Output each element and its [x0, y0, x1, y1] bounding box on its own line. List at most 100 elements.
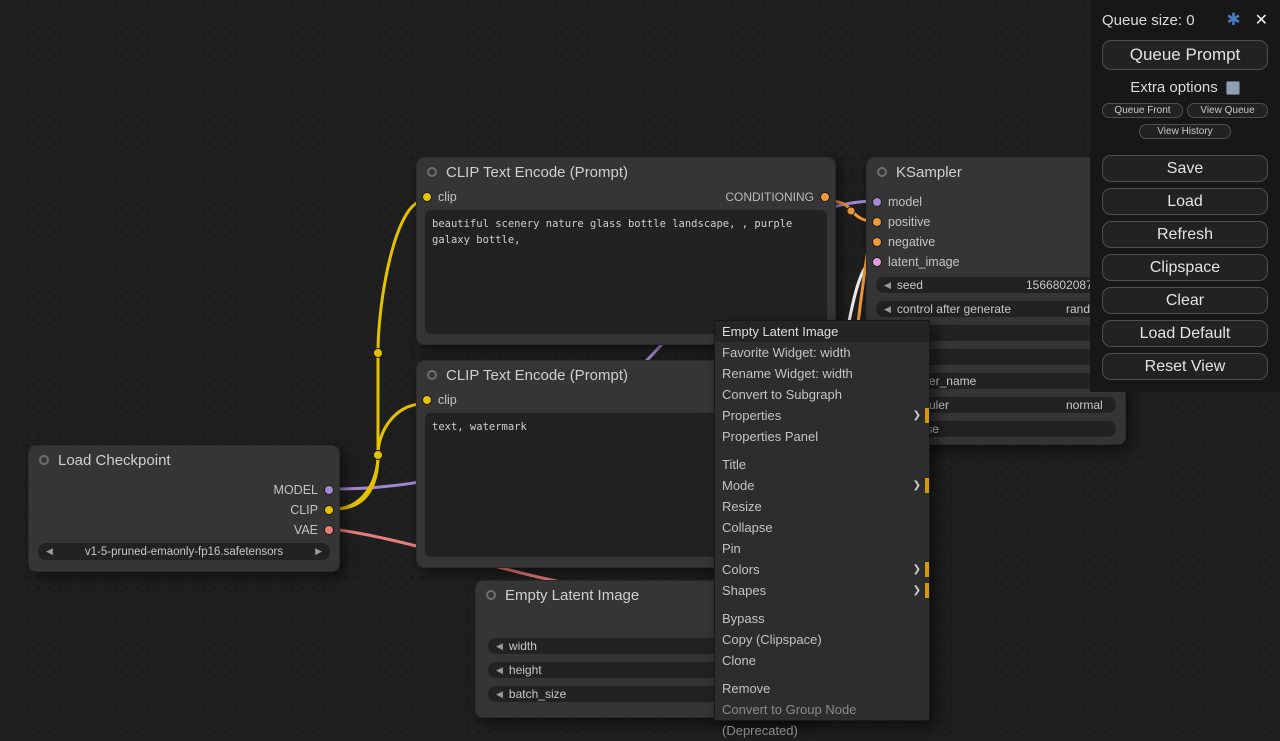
- menu-item-pin[interactable]: Pin: [715, 538, 929, 559]
- menu-item-clone[interactable]: Clone: [715, 650, 929, 671]
- wire-clip-negative: [332, 404, 421, 509]
- negative-input-slot[interactable]: [872, 237, 882, 247]
- menu-item-remove[interactable]: Remove: [715, 678, 929, 699]
- menu-separator: [715, 671, 929, 678]
- wire-dot-clip-lower[interactable]: [374, 451, 383, 460]
- model-input-slot[interactable]: [872, 197, 882, 207]
- collapse-dot-icon[interactable]: [877, 167, 887, 177]
- model-output-slot[interactable]: [324, 485, 334, 495]
- load-default-button[interactable]: Load Default: [1102, 320, 1268, 347]
- menu-item-properties-panel[interactable]: Properties Panel: [715, 426, 929, 447]
- latent-image-input-label: latent_image: [888, 255, 960, 269]
- close-icon[interactable]: ✕: [1255, 10, 1268, 30]
- menu-item-label: Remove: [722, 681, 770, 696]
- menu-item-label: Copy (Clipspace): [722, 632, 822, 647]
- wire-dot-conditioning[interactable]: [847, 207, 855, 215]
- decrement-icon[interactable]: ◀: [884, 280, 891, 291]
- collapse-dot-icon[interactable]: [427, 370, 437, 380]
- menu-item-bypass[interactable]: Bypass: [715, 608, 929, 629]
- menu-item-copy-clipspace[interactable]: Copy (Clipspace): [715, 629, 929, 650]
- menu-separator: [715, 601, 929, 608]
- decrement-icon[interactable]: ◀: [496, 665, 503, 676]
- settings-gear-icon[interactable]: ✱: [1226, 10, 1240, 30]
- load-button[interactable]: Load: [1102, 188, 1268, 215]
- positive-input-slot[interactable]: [872, 217, 882, 227]
- vae-output-slot[interactable]: [324, 525, 334, 535]
- menu-item-label: Favorite Widget: width: [722, 345, 851, 360]
- collapse-dot-icon[interactable]: [39, 455, 49, 465]
- menu-item-label: Shapes: [722, 583, 766, 598]
- queue-size-label: Queue size: 0: [1102, 12, 1226, 29]
- clear-button[interactable]: Clear: [1102, 287, 1268, 314]
- menu-item-mode[interactable]: Mode ❯: [715, 475, 929, 496]
- conditioning-output-slot[interactable]: [820, 192, 830, 202]
- latent-image-input-slot[interactable]: [872, 257, 882, 267]
- next-value-icon[interactable]: ▶: [315, 546, 322, 557]
- menu-item-label: Properties Panel: [722, 429, 818, 444]
- node-load-checkpoint[interactable]: Load Checkpoint MODEL CLIP VAE ◀ v1-5-pr…: [28, 445, 340, 572]
- node-title-bar[interactable]: Load Checkpoint: [29, 446, 339, 474]
- menu-item-properties[interactable]: Properties❯: [715, 405, 929, 426]
- menu-item-label: Properties: [722, 408, 781, 423]
- collapse-dot-icon[interactable]: [427, 167, 437, 177]
- save-button[interactable]: Save: [1102, 155, 1268, 182]
- clip-output-slot[interactable]: [324, 505, 334, 515]
- view-history-button[interactable]: View History: [1139, 124, 1231, 139]
- clip-input-slot[interactable]: [422, 395, 432, 405]
- node-title-bar[interactable]: CLIP Text Encode (Prompt): [417, 158, 835, 186]
- menu-item-convert-to-subgraph[interactable]: Convert to Subgraph: [715, 384, 929, 405]
- widget-label: height: [509, 663, 542, 677]
- widget-label: batch_size: [509, 687, 566, 701]
- node-title: CLIP Text Encode (Prompt): [446, 164, 628, 181]
- menu-item-label: Colors: [722, 562, 760, 577]
- submenu-chevron-icon: ❯: [913, 475, 921, 496]
- prev-value-icon[interactable]: ◀: [46, 546, 53, 557]
- collapse-dot-icon[interactable]: [486, 590, 496, 600]
- widget-label: width: [509, 639, 537, 653]
- queue-prompt-button[interactable]: Queue Prompt: [1102, 40, 1268, 70]
- seed-widget[interactable]: ◀ seed 1566802087: [876, 277, 1116, 293]
- menu-item-shapes[interactable]: Shapes❯: [715, 580, 929, 601]
- view-queue-button[interactable]: View Queue: [1187, 103, 1268, 118]
- refresh-button[interactable]: Refresh: [1102, 221, 1268, 248]
- widget-value: normal: [1066, 398, 1103, 412]
- widget-value: 1566802087: [1026, 278, 1093, 292]
- decrement-icon[interactable]: ◀: [496, 641, 503, 652]
- reset-view-button[interactable]: Reset View: [1102, 353, 1268, 380]
- submenu-marker: [925, 562, 929, 577]
- menu-item-label: Convert to Subgraph: [722, 387, 842, 402]
- menu-item-title[interactable]: Title: [715, 454, 929, 475]
- clip-input-slot[interactable]: [422, 192, 432, 202]
- menu-item-collapse[interactable]: Collapse: [715, 517, 929, 538]
- submenu-marker: [925, 408, 929, 423]
- positive-prompt-textarea[interactable]: beautiful scenery nature glass bottle la…: [425, 210, 827, 334]
- model-input-label: model: [888, 195, 922, 209]
- menu-item-resize[interactable]: Resize: [715, 496, 929, 517]
- menu-item-label: Title: [722, 457, 746, 472]
- node-clip-text-encode-positive[interactable]: CLIP Text Encode (Prompt) clip CONDITION…: [416, 157, 836, 345]
- decrement-icon[interactable]: ◀: [884, 304, 891, 315]
- node-title-bar[interactable]: KSampler: [867, 158, 1125, 186]
- wire-dot-clip-upper[interactable]: [374, 349, 383, 358]
- menu-item-label: Clone: [722, 653, 756, 668]
- widget-label: seed: [897, 278, 923, 292]
- ckpt-name-widget[interactable]: ◀ v1-5-pruned-emaonly-fp16.safetensors ▶: [38, 543, 330, 560]
- queue-front-button[interactable]: Queue Front: [1102, 103, 1183, 118]
- menu-item-label: Mode: [722, 478, 755, 493]
- menu-item-convert-to-group-node[interactable]: Convert to Group Node (Deprecated): [715, 699, 929, 720]
- vae-output-label: VAE: [294, 523, 318, 537]
- menu-separator: [715, 447, 929, 454]
- menu-item-label: Collapse: [722, 520, 773, 535]
- menu-item-rename-widget[interactable]: Rename Widget: width: [715, 363, 929, 384]
- control-after-generate-widget[interactable]: ◀ control after generate randomize: [876, 301, 1116, 317]
- decrement-icon[interactable]: ◀: [496, 689, 503, 700]
- node-title: KSampler: [896, 164, 962, 181]
- positive-input-label: positive: [888, 215, 930, 229]
- extra-options-checkbox[interactable]: [1226, 81, 1240, 95]
- menu-item-colors[interactable]: Colors❯: [715, 559, 929, 580]
- clipspace-button[interactable]: Clipspace: [1102, 254, 1268, 281]
- clip-output-label: CLIP: [290, 503, 318, 517]
- submenu-marker: [925, 478, 929, 493]
- node-title: Load Checkpoint: [58, 452, 171, 469]
- menu-item-favorite-widget[interactable]: Favorite Widget: width: [715, 342, 929, 363]
